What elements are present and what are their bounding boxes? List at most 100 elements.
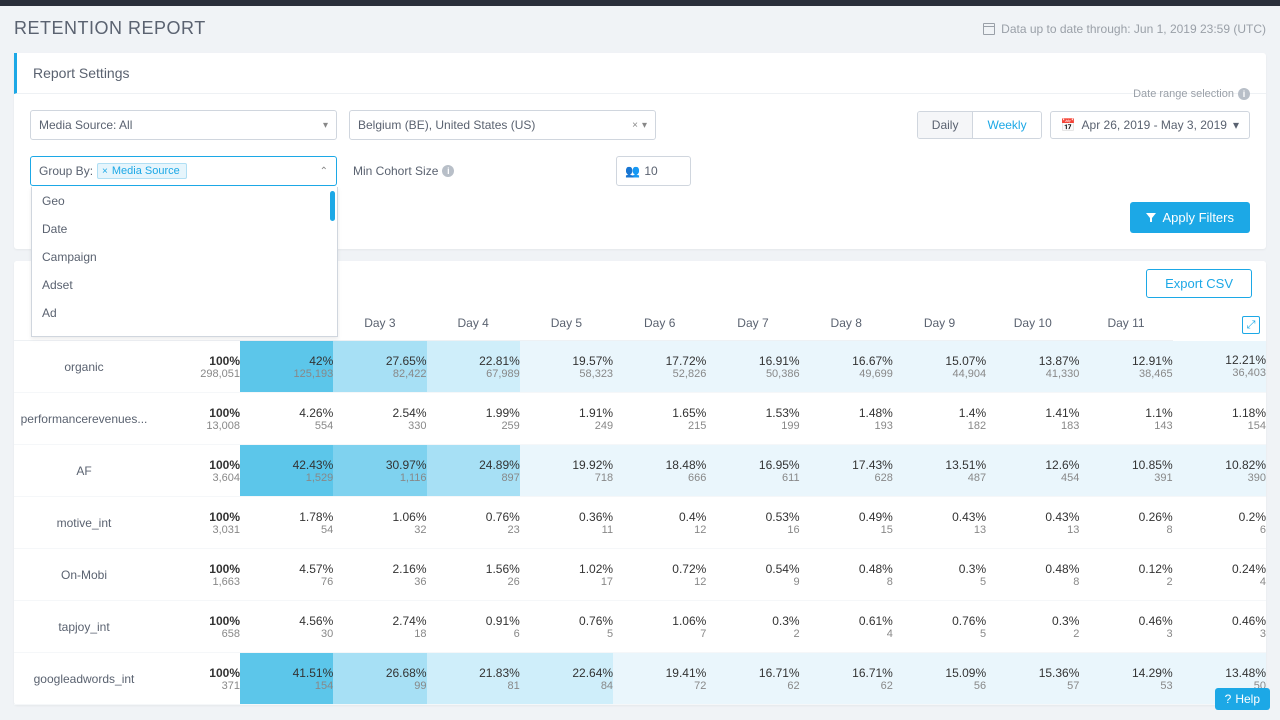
day-cell: 12.91%38,465 — [1079, 341, 1172, 393]
installs-cell: 100%13,008 — [154, 393, 240, 445]
date-range-picker[interactable]: 📅 Apr 26, 2019 - May 3, 2019 ▾ — [1050, 111, 1250, 139]
day-cell: 4.57%76 — [240, 549, 333, 601]
info-icon[interactable]: i — [1238, 88, 1250, 100]
dropdown-item[interactable]: Site ID — [32, 327, 337, 337]
installs-cell: 100%1,663 — [154, 549, 240, 601]
table-row: motive_int100%3,0311.78%541.06%320.76%23… — [14, 497, 1266, 549]
filter-icon — [1146, 213, 1156, 223]
day-cell: 2.74%18 — [333, 601, 426, 653]
col-day: Day 4 — [427, 306, 520, 341]
dropdown-item[interactable]: Date — [32, 215, 337, 243]
day-cell: 16.67%49,699 — [800, 341, 893, 393]
expand-icon[interactable]: ⤢ — [1242, 316, 1260, 334]
report-settings-title: Report Settings — [14, 53, 1266, 94]
min-cohort-input[interactable]: 👥 10 — [616, 156, 691, 186]
scrollbar[interactable] — [330, 191, 335, 221]
weekly-button[interactable]: Weekly — [973, 112, 1040, 138]
chevron-down-icon: ▾ — [642, 120, 647, 131]
period-segment: Daily Weekly — [917, 111, 1042, 139]
day-cell: 16.95%611 — [706, 445, 799, 497]
table-row: googleadwords_int100%37141.51%15426.68%9… — [14, 653, 1266, 705]
media-source-value: Media Source: All — [39, 118, 132, 132]
dropdown-item[interactable]: Ad — [32, 299, 337, 327]
day-cell: 0.76%5 — [520, 601, 613, 653]
day-cell: 0.46%3 — [1173, 601, 1266, 653]
day-cell: 12.21%36,403 — [1173, 341, 1266, 393]
day-cell: 16.91%50,386 — [706, 341, 799, 393]
day-cell: 0.54%9 — [706, 549, 799, 601]
day-cell: 0.72%12 — [613, 549, 706, 601]
calendar-icon: 📅 — [1061, 118, 1076, 132]
group-by-label: Group By: — [39, 164, 93, 178]
clear-icon[interactable]: × — [632, 120, 638, 131]
day-cell: 0.49%15 — [800, 497, 893, 549]
day-cell: 15.07%44,904 — [893, 341, 986, 393]
day-cell: 17.72%52,826 — [613, 341, 706, 393]
export-csv-button[interactable]: Export CSV — [1146, 269, 1252, 298]
day-cell: 0.91%6 — [427, 601, 520, 653]
day-cell: 30.97%1,116 — [333, 445, 426, 497]
page-title: RETENTION REPORT — [14, 18, 206, 39]
day-cell: 17.43%628 — [800, 445, 893, 497]
day-cell: 0.3%5 — [893, 549, 986, 601]
chevron-down-icon: ▾ — [323, 120, 328, 131]
day-cell: 0.36%11 — [520, 497, 613, 549]
day-cell: 1.91%249 — [520, 393, 613, 445]
min-cohort-label: Min Cohort Size — [353, 164, 438, 178]
day-cell: 10.85%391 — [1079, 445, 1172, 497]
day-cell: 0.76%23 — [427, 497, 520, 549]
day-cell: 1.1%143 — [1079, 393, 1172, 445]
chip-remove-icon[interactable]: × — [102, 166, 108, 177]
row-label: performancerevenues... — [14, 393, 154, 445]
col-day: Day 11 — [1079, 306, 1172, 341]
day-cell: 1.4%182 — [893, 393, 986, 445]
daily-button[interactable]: Daily — [918, 112, 974, 138]
day-cell: 22.64%84 — [520, 653, 613, 705]
info-icon[interactable]: i — [442, 165, 454, 177]
apply-filters-button[interactable]: Apply Filters — [1130, 202, 1250, 233]
chevron-down-icon: ▾ — [1233, 118, 1239, 132]
media-source-select[interactable]: Media Source: All ▾ — [30, 110, 337, 140]
row-label: On-Mobi — [14, 549, 154, 601]
day-cell: 42%125,193 — [240, 341, 333, 393]
day-cell: 0.76%5 — [893, 601, 986, 653]
day-cell: 0.53%16 — [706, 497, 799, 549]
table-row: performancerevenues...100%13,0084.26%554… — [14, 393, 1266, 445]
day-cell: 19.92%718 — [520, 445, 613, 497]
day-cell: 1.06%32 — [333, 497, 426, 549]
group-by-chip: × Media Source — [97, 163, 187, 179]
help-button[interactable]: ? Help — [1215, 688, 1270, 710]
col-day: Day 8 — [800, 306, 893, 341]
day-cell: 27.65%82,422 — [333, 341, 426, 393]
day-cell: 13.87%41,330 — [986, 341, 1079, 393]
day-cell: 0.24%4 — [1173, 549, 1266, 601]
col-day: Day 5 — [520, 306, 613, 341]
day-cell: 2.54%330 — [333, 393, 426, 445]
group-by-dropdown: GeoDateCampaignAdsetAdSite ID — [31, 187, 338, 337]
day-cell: 14.29%53 — [1079, 653, 1172, 705]
day-cell: 0.46%3 — [1079, 601, 1172, 653]
dropdown-item[interactable]: Geo — [32, 187, 337, 215]
day-cell: 4.26%554 — [240, 393, 333, 445]
day-cell: 0.4%12 — [613, 497, 706, 549]
group-by-select[interactable]: Group By: × Media Source ⌃ GeoDateCampai… — [30, 156, 337, 186]
installs-cell: 100%3,031 — [154, 497, 240, 549]
help-label: Help — [1235, 692, 1260, 706]
day-cell: 0.48%8 — [800, 549, 893, 601]
day-cell: 24.89%897 — [427, 445, 520, 497]
row-label: AF — [14, 445, 154, 497]
day-cell: 0.12%2 — [1079, 549, 1172, 601]
table-row: On-Mobi100%1,6634.57%762.16%361.56%261.0… — [14, 549, 1266, 601]
row-label: motive_int — [14, 497, 154, 549]
dropdown-item[interactable]: Campaign — [32, 243, 337, 271]
day-cell: 10.82%390 — [1173, 445, 1266, 497]
col-day: Day 7 — [706, 306, 799, 341]
geo-select[interactable]: Belgium (BE), United States (US) ×▾ — [349, 110, 656, 140]
day-cell: 1.65%215 — [613, 393, 706, 445]
day-cell: 2.16%36 — [333, 549, 426, 601]
data-date-text: Data up to date through: Jun 1, 2019 23:… — [983, 22, 1266, 36]
chip-label: Media Source — [112, 165, 180, 177]
date-range-value: Apr 26, 2019 - May 3, 2019 — [1082, 118, 1227, 132]
day-cell: 0.3%2 — [986, 601, 1079, 653]
dropdown-item[interactable]: Adset — [32, 271, 337, 299]
